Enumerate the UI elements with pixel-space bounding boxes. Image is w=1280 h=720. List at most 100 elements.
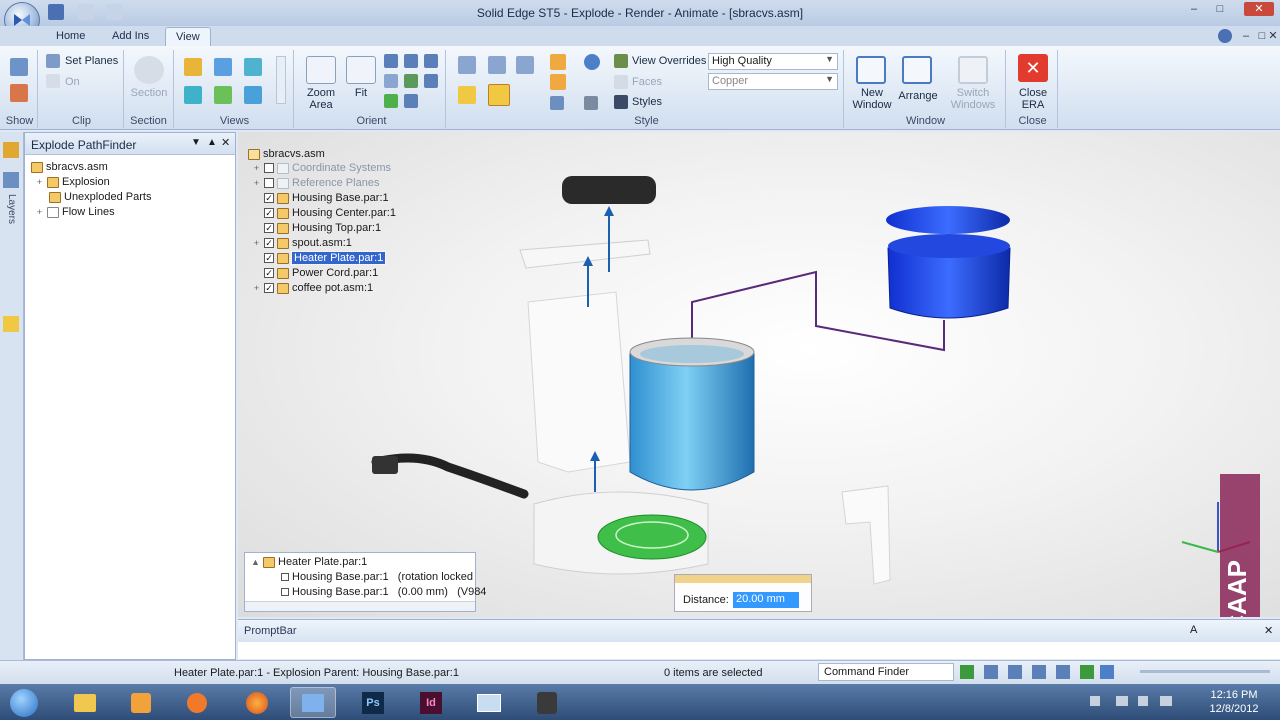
expand-icon[interactable] bbox=[252, 254, 261, 263]
grid-icon[interactable] bbox=[584, 96, 598, 110]
graphics-viewport[interactable]: sbracvs.asm + Coordinate Systems + Referenc… bbox=[238, 132, 1280, 617]
collapse-icon[interactable]: ▲ bbox=[251, 557, 260, 567]
view-iso-icon[interactable] bbox=[184, 58, 202, 76]
layers-tab[interactable]: Layers bbox=[6, 194, 17, 224]
zoom-area-button[interactable]: Zoom Area bbox=[298, 87, 344, 111]
help-icon[interactable] bbox=[1218, 29, 1232, 43]
taskbar-solid-edge[interactable] bbox=[290, 687, 336, 718]
refresh-icon[interactable] bbox=[960, 665, 974, 679]
switch-windows-button[interactable]: Switch Windows bbox=[942, 87, 1004, 111]
system-tray[interactable] bbox=[1090, 696, 1190, 708]
visibility-checkbox[interactable]: ✓ bbox=[264, 268, 274, 278]
taskbar-window[interactable] bbox=[466, 687, 512, 718]
shadow-icon[interactable] bbox=[550, 54, 566, 70]
maximize-button[interactable]: □ bbox=[1210, 2, 1230, 16]
views-scroll[interactable] bbox=[276, 56, 286, 104]
rotate-icon[interactable] bbox=[424, 54, 438, 68]
handle-part[interactable] bbox=[841, 485, 891, 585]
font-size-icon[interactable]: A bbox=[1190, 624, 1197, 636]
visibility-checkbox[interactable] bbox=[264, 163, 274, 173]
view-dimetric-icon[interactable] bbox=[214, 86, 232, 104]
arrange-button[interactable]: Arrange bbox=[894, 90, 942, 102]
viewport-tree-item[interactable]: + Coordinate Systems bbox=[252, 162, 391, 174]
pathfinder-item-root[interactable]: sbracvs.asm bbox=[31, 161, 108, 173]
view-trimetric-icon[interactable] bbox=[244, 86, 262, 104]
start-button[interactable] bbox=[2, 687, 46, 718]
taskbar-explorer[interactable] bbox=[62, 687, 108, 718]
prompt-close-icon[interactable]: ✕ bbox=[1264, 624, 1273, 637]
sketch-view-icon[interactable] bbox=[404, 94, 418, 108]
view-top-icon[interactable] bbox=[184, 86, 202, 104]
view-status-icon[interactable] bbox=[1100, 665, 1114, 679]
taskbar-clock[interactable]: 12:16 PM 12/8/2012 bbox=[1196, 688, 1272, 716]
faces-button[interactable]: Faces bbox=[632, 76, 662, 88]
expand-icon[interactable] bbox=[252, 209, 261, 218]
pin-icon[interactable]: ▲ bbox=[207, 137, 217, 148]
set-planes-button[interactable]: Set Planes bbox=[65, 55, 118, 67]
taskbar-indesign[interactable]: Id bbox=[408, 687, 454, 718]
view-right-icon[interactable] bbox=[244, 58, 262, 76]
expand-icon[interactable]: + bbox=[35, 207, 44, 217]
taskbar-outlook[interactable] bbox=[118, 687, 164, 718]
view-overrides-button[interactable]: View Overrides bbox=[632, 55, 706, 67]
visibility-checkbox[interactable]: ✓ bbox=[264, 238, 274, 248]
pathfinder-item-unexploded[interactable]: Unexploded Parts bbox=[49, 191, 151, 203]
sensors-tab-icon[interactable] bbox=[3, 316, 19, 332]
tray-volume-icon[interactable] bbox=[1160, 696, 1172, 706]
command-finder-input[interactable]: Command Finder bbox=[818, 663, 954, 681]
expand-icon[interactable] bbox=[252, 194, 261, 203]
distance-input[interactable]: 20.00 mm bbox=[733, 592, 799, 608]
reflection-icon[interactable] bbox=[550, 74, 566, 90]
zoom-status-icon[interactable] bbox=[984, 665, 998, 679]
viewport-tree-item[interactable]: ✓ Housing Center.par:1 bbox=[252, 207, 396, 219]
distance-dialog-grip[interactable] bbox=[675, 575, 811, 583]
doc-close-button[interactable]: ✕ bbox=[1266, 29, 1280, 43]
visibility-checkbox[interactable] bbox=[264, 178, 274, 188]
viewport-tree-item[interactable]: + Reference Planes bbox=[252, 177, 380, 189]
panel-horizontal-scrollbar[interactable] bbox=[245, 601, 475, 611]
spin-about-icon[interactable] bbox=[404, 74, 418, 88]
clip-on-button[interactable]: On bbox=[65, 76, 80, 88]
taskbar-media-player[interactable] bbox=[174, 687, 220, 718]
viewport-tree-item[interactable]: ✓ Power Cord.par:1 bbox=[252, 267, 378, 279]
expand-icon[interactable]: + bbox=[252, 238, 261, 248]
undo-icon[interactable] bbox=[78, 4, 94, 20]
look-at-face-icon[interactable] bbox=[424, 74, 438, 88]
shading-icon[interactable] bbox=[458, 56, 476, 74]
section-button[interactable]: Section bbox=[124, 87, 174, 99]
visibility-checkbox[interactable]: ✓ bbox=[264, 253, 274, 263]
expand-icon[interactable]: + bbox=[252, 163, 261, 173]
power-cord-part[interactable] bbox=[371, 453, 529, 499]
expand-icon[interactable] bbox=[252, 269, 261, 278]
expand-icon[interactable] bbox=[252, 224, 261, 233]
previous-view-icon[interactable] bbox=[384, 74, 398, 88]
pathfinder-item-explosion[interactable]: + Explosion bbox=[35, 176, 110, 188]
taskbar-tool[interactable] bbox=[524, 687, 570, 718]
rotate-status-icon[interactable] bbox=[1056, 665, 1070, 679]
visibility-checkbox[interactable]: ✓ bbox=[264, 283, 274, 293]
lid-basket-part[interactable] bbox=[887, 247, 1011, 319]
shaded-icon[interactable] bbox=[458, 86, 476, 104]
tab-home[interactable]: Home bbox=[46, 27, 95, 46]
globe-icon[interactable] bbox=[584, 54, 600, 70]
wireframe-icon[interactable] bbox=[516, 56, 534, 74]
taskbar-photoshop[interactable]: Ps bbox=[350, 687, 396, 718]
material-select[interactable]: Copper ▼ bbox=[708, 73, 838, 90]
styles-button[interactable]: Styles bbox=[632, 96, 662, 108]
expand-icon[interactable]: + bbox=[252, 178, 261, 188]
housing-center-part[interactable] bbox=[527, 291, 631, 473]
top-handle-part[interactable] bbox=[562, 176, 656, 204]
close-era-button[interactable]: Close ERA bbox=[1008, 87, 1058, 111]
viewport-tree-item[interactable]: + ✓ spout.asm:1 bbox=[252, 237, 352, 249]
tray-flag-icon[interactable] bbox=[1116, 696, 1128, 706]
panel-menu-icon[interactable]: ▼ bbox=[191, 137, 201, 148]
relationship-row[interactable]: Housing Base.par:1 (0.00 mm) (V984 bbox=[281, 586, 486, 598]
relationship-header[interactable]: ▲ Heater Plate.par:1 bbox=[251, 556, 367, 568]
expand-icon[interactable]: + bbox=[252, 283, 261, 293]
visibility-checkbox[interactable]: ✓ bbox=[264, 208, 274, 218]
new-window-button[interactable]: New Window bbox=[846, 87, 898, 111]
taskbar-firefox[interactable] bbox=[234, 687, 280, 718]
pathfinder-tab-icon[interactable] bbox=[3, 142, 19, 158]
common-views-icon[interactable] bbox=[384, 94, 398, 108]
expand-icon[interactable]: + bbox=[35, 177, 44, 187]
